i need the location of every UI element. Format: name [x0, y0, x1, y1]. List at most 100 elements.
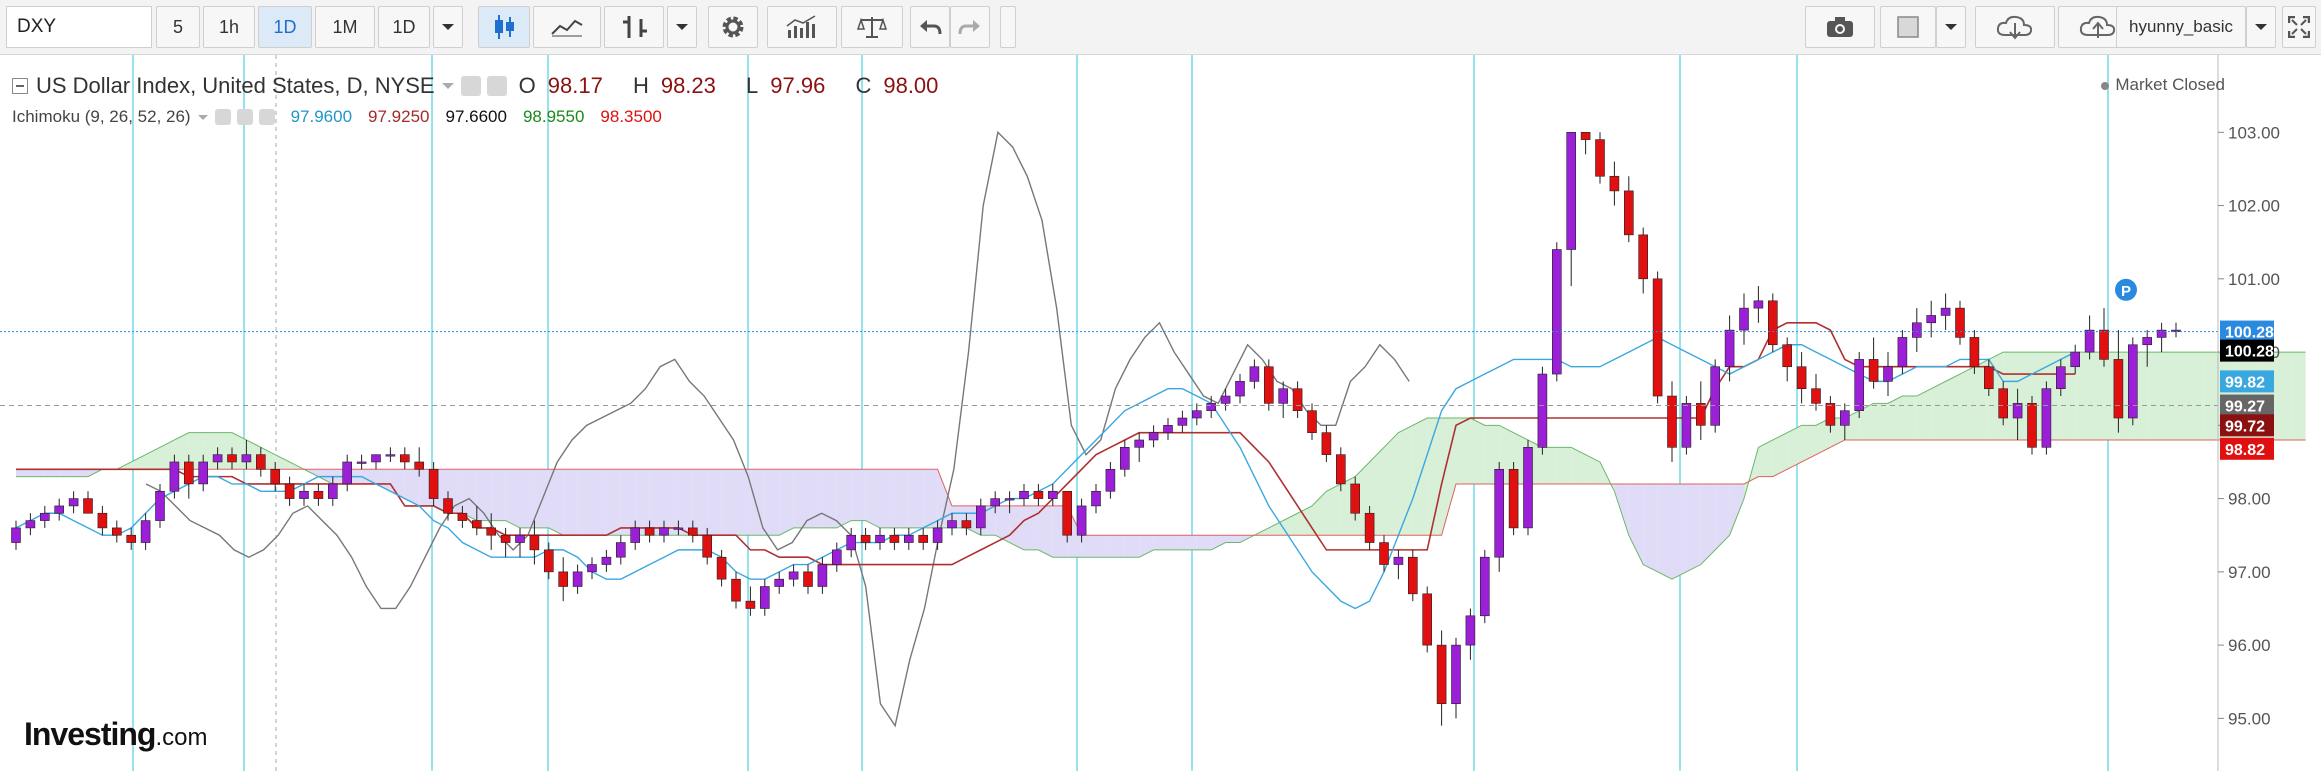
cloud-segment [764, 469, 780, 536]
candle-body [1595, 139, 1605, 177]
candle [1292, 381, 1303, 419]
user-layout-button[interactable]: hyunny_basic [2116, 6, 2246, 48]
candle-body [1955, 307, 1965, 338]
visibility-icon[interactable] [460, 76, 481, 96]
candle-body [1811, 388, 1821, 404]
candle-body [889, 534, 900, 543]
candle [1321, 425, 1332, 462]
candle [1220, 388, 1231, 411]
candle-body [1264, 366, 1274, 404]
fullscreen-button[interactable] [2282, 6, 2316, 48]
redo-button[interactable] [950, 6, 990, 48]
candle [1854, 352, 1864, 419]
candle [803, 564, 813, 594]
candle [745, 586, 756, 616]
candle-body [1249, 366, 1260, 382]
candle [1134, 432, 1144, 462]
candle [1753, 286, 1764, 323]
cloud-segment [1931, 381, 1946, 440]
candle-body [25, 520, 36, 529]
user-dropdown-button[interactable] [2246, 6, 2276, 48]
bars-style-button[interactable] [604, 6, 664, 48]
candle-body [1580, 132, 1591, 140]
symbol-input[interactable] [6, 6, 152, 48]
chevron-down-icon [1945, 24, 1957, 30]
cloud-segment [491, 469, 506, 521]
cloud-segment [1672, 483, 1687, 580]
candle-body [702, 534, 713, 558]
chevron-down-icon [2255, 24, 2267, 30]
price-tag: 99.82 [2220, 370, 2274, 393]
candle [1710, 359, 1720, 433]
undo-button[interactable] [910, 6, 950, 48]
candle [11, 520, 21, 550]
candle-body [97, 512, 108, 529]
chevron-down-icon[interactable] [441, 81, 455, 91]
candle [515, 527, 525, 558]
cloud-segment [836, 469, 852, 528]
interval-1d-alt-button[interactable]: 1D [378, 6, 430, 48]
price-tag: 99.72 [2220, 414, 2274, 437]
interval-1h-button[interactable]: 1h [203, 6, 255, 48]
candle-body [1177, 417, 1188, 426]
cloud-segment [1384, 432, 1399, 536]
cloud-segment [1643, 483, 1658, 572]
line-style-button[interactable] [533, 6, 601, 48]
market-status: Market Closed [2101, 75, 2225, 95]
candle-body [1681, 403, 1692, 448]
candle [903, 527, 914, 550]
candle [1595, 132, 1605, 184]
interval-1m-button[interactable]: 1M [315, 6, 375, 48]
visibility-icon[interactable] [214, 109, 231, 125]
candle [774, 571, 785, 594]
candle-body [83, 498, 93, 514]
candle [1955, 300, 1965, 345]
interval-5-button[interactable]: 5 [156, 6, 200, 48]
candle-body [2070, 351, 2080, 368]
settings-button[interactable] [708, 6, 758, 48]
snapshot-button[interactable] [1805, 6, 1875, 48]
load-chart-button[interactable] [1975, 6, 2055, 48]
close-icon[interactable] [258, 109, 275, 125]
indicators-button[interactable] [767, 6, 837, 48]
candle [1523, 439, 1533, 536]
candle-body [1004, 498, 1015, 501]
candle [1566, 132, 1576, 287]
chart-canvas[interactable]: P 103.00102.00101.00100.0099.0098.0097.0… [0, 55, 2321, 771]
candle [313, 483, 324, 506]
settings-small-icon[interactable] [486, 76, 507, 96]
cloud-segment [1960, 366, 1975, 440]
candle-body [112, 527, 122, 536]
chart-area[interactable]: P 103.00102.00101.00100.0099.0098.0097.0… [0, 55, 2321, 771]
price-levels: P [0, 278, 2218, 407]
collapse-legend-button[interactable] [12, 78, 28, 94]
price-tag-label: 99.82 [2225, 374, 2265, 391]
color-dropdown-button[interactable] [1936, 6, 1966, 48]
candle [831, 542, 842, 572]
indicator-value-3: 97.6600 [445, 107, 507, 126]
compare-button[interactable] [841, 6, 903, 48]
cloud-segment [1729, 483, 1744, 536]
cloud-segment [779, 469, 794, 536]
interval-dropdown-button[interactable] [433, 6, 463, 48]
chevron-down-icon[interactable] [197, 113, 209, 122]
candle-body [1739, 307, 1749, 331]
cloud-segment [563, 469, 578, 536]
candle [1552, 242, 1562, 382]
candle-body [817, 564, 828, 587]
drawing-color-button[interactable] [1880, 6, 1936, 48]
candle [1609, 161, 1620, 206]
candle [1422, 586, 1432, 653]
interval-1d-button[interactable]: 1D [258, 6, 312, 48]
candles-style-button[interactable] [478, 6, 530, 48]
line-chart-icon [551, 19, 583, 37]
style-dropdown-button[interactable] [667, 6, 697, 48]
cloud-segment [59, 469, 74, 477]
logo-suffix-text: .com [155, 724, 208, 751]
candle-body [457, 512, 468, 521]
candle-body [1566, 132, 1576, 250]
candle [1177, 410, 1188, 433]
cloud-segment [1110, 535, 1125, 558]
settings-small-icon[interactable] [236, 109, 253, 125]
candle [1624, 176, 1634, 243]
